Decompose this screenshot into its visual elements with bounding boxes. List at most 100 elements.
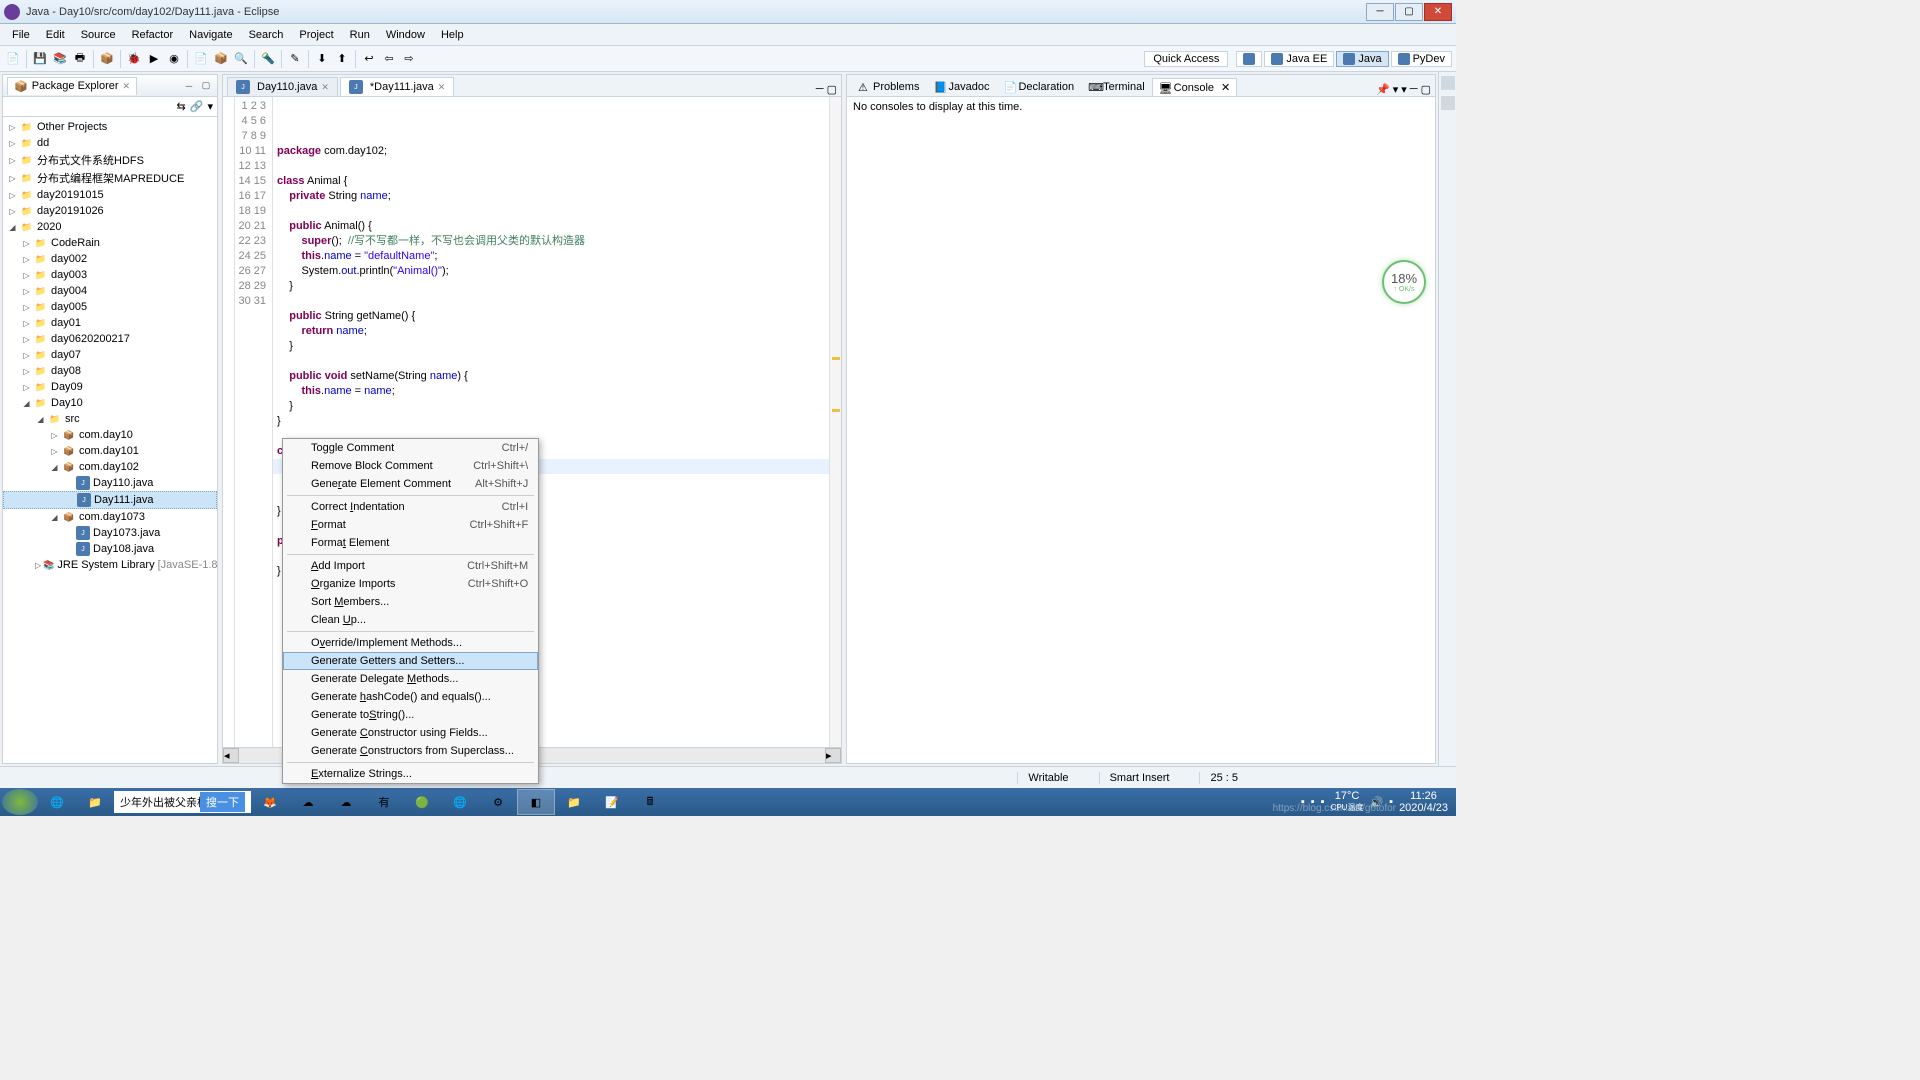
tree-node[interactable]: JDay1073.java xyxy=(3,525,217,541)
start-button[interactable] xyxy=(2,789,38,815)
tree-node[interactable]: ◢📁2020 xyxy=(3,219,217,235)
menu-file[interactable]: File xyxy=(4,27,38,43)
menu-item[interactable]: Organize ImportsCtrl+Shift+O xyxy=(283,575,538,593)
package-explorer-tab[interactable]: 📦 Package Explorer ✕ xyxy=(7,77,137,95)
eclipse-taskbar-icon[interactable]: ◧ xyxy=(517,789,555,815)
overview-ruler[interactable] xyxy=(829,97,841,747)
menu-help[interactable]: Help xyxy=(433,27,472,43)
editor-tab[interactable]: J*Day111.java✕ xyxy=(340,77,454,96)
menu-item[interactable]: Generate Getters and Setters... xyxy=(283,652,538,670)
tab-terminal[interactable]: ⌨Terminal xyxy=(1081,78,1152,96)
tree-node[interactable]: ▷📁day20191026 xyxy=(3,203,217,219)
app-icon-3[interactable]: 🟢 xyxy=(403,789,441,815)
new-class-icon[interactable]: 📄 xyxy=(192,50,210,68)
tree-node[interactable]: ▷📁分布式文件系统HDFS xyxy=(3,151,217,169)
taskbar-search[interactable]: 搜一下 xyxy=(114,791,251,813)
tree-node[interactable]: ◢📁Day10 xyxy=(3,395,217,411)
menu-run[interactable]: Run xyxy=(342,27,378,43)
collapse-all-icon[interactable]: ⇆ xyxy=(177,100,186,113)
menu-item[interactable]: Sort Members... xyxy=(283,593,538,611)
menu-item[interactable]: Generate toString()... xyxy=(283,706,538,724)
save-icon[interactable]: 💾 xyxy=(31,50,49,68)
tree-node[interactable]: ▷📦com.day101 xyxy=(3,443,217,459)
tree-node[interactable]: ▷📁day20191015 xyxy=(3,187,217,203)
tree-node[interactable]: ▷📁day07 xyxy=(3,347,217,363)
notepad-icon[interactable]: 📝 xyxy=(593,789,631,815)
app-icon-1[interactable]: ☁ xyxy=(289,789,327,815)
tree-node[interactable]: ▷📁Day09 xyxy=(3,379,217,395)
chrome-icon[interactable]: ⚙ xyxy=(479,789,517,815)
tree-node[interactable]: ▷📁day0620200217 xyxy=(3,331,217,347)
folder-taskbar-icon[interactable]: 📁 xyxy=(555,789,593,815)
maximize-console-icon[interactable]: ▢ xyxy=(1421,83,1431,96)
menu-source[interactable]: Source xyxy=(73,27,124,43)
menu-item[interactable]: Externalize Strings... xyxy=(283,765,538,783)
back-icon[interactable]: ⇦ xyxy=(380,50,398,68)
tab-problems[interactable]: ⚠Problems xyxy=(851,78,926,96)
menu-item[interactable]: Generate Constructor using Fields... xyxy=(283,724,538,742)
tree-node[interactable]: ▷📁day003 xyxy=(3,267,217,283)
tree-node[interactable]: JDay110.java xyxy=(3,475,217,491)
app-icon-2[interactable]: ☁ xyxy=(327,789,365,815)
quick-access[interactable]: Quick Access xyxy=(1144,51,1228,67)
tab-declaration[interactable]: 📄Declaration xyxy=(996,78,1081,96)
menu-window[interactable]: Window xyxy=(378,27,433,43)
menu-item[interactable]: Generate Element CommentAlt+Shift+J xyxy=(283,475,538,493)
tree-node[interactable]: ▷📁day004 xyxy=(3,283,217,299)
tree-node[interactable]: ▷📁CodeRain xyxy=(3,235,217,251)
menu-item[interactable]: Format Element xyxy=(283,534,538,552)
editor-tab[interactable]: JDay110.java✕ xyxy=(227,77,338,96)
ie-icon[interactable]: 🌐 xyxy=(38,789,76,815)
clock[interactable]: 11:26 2020/4/23 xyxy=(1399,790,1448,814)
save-all-icon[interactable]: 📚 xyxy=(51,50,69,68)
menu-edit[interactable]: Edit xyxy=(38,27,73,43)
maximize-editor-icon[interactable]: ▢ xyxy=(827,83,837,96)
menu-item[interactable]: Override/Implement Methods... xyxy=(283,634,538,652)
minimize-editor-icon[interactable]: ─ xyxy=(816,83,824,96)
menu-navigate[interactable]: Navigate xyxy=(181,27,240,43)
menu-search[interactable]: Search xyxy=(241,27,292,43)
firefox-icon[interactable]: 🦊 xyxy=(251,789,289,815)
tree-node[interactable]: JDay108.java xyxy=(3,541,217,557)
maximize-panel-icon[interactable]: ▢ xyxy=(199,79,213,93)
calc-icon[interactable]: 🖩 xyxy=(631,789,669,815)
pin-console-icon[interactable]: 📌 xyxy=(1376,83,1390,96)
open-perspective-button[interactable] xyxy=(1236,51,1262,67)
edge-icon[interactable]: 🌐 xyxy=(441,789,479,815)
performance-badge[interactable]: 18% ↑ OK/s xyxy=(1382,260,1426,304)
menu-item[interactable]: Generate Constructors from Superclass... xyxy=(283,742,538,760)
tree-node[interactable]: ▷📚JRE System Library [JavaSE-1.8] xyxy=(3,557,217,573)
last-edit-icon[interactable]: ↩ xyxy=(360,50,378,68)
perspective-pydev[interactable]: PyDev xyxy=(1391,51,1452,67)
tree-node[interactable]: ▷📁分布式编程框架MAPREDUCE xyxy=(3,169,217,187)
outline-icon[interactable] xyxy=(1441,76,1455,90)
tab-console[interactable]: 🖥Console✕ xyxy=(1152,78,1238,96)
close-button[interactable]: ✕ xyxy=(1424,3,1452,21)
tree-node[interactable]: ▷📁Other Projects xyxy=(3,119,217,135)
tree-node[interactable]: ▷📁day01 xyxy=(3,315,217,331)
maximize-button[interactable]: ▢ xyxy=(1395,3,1423,21)
source-context-menu[interactable]: Toggle CommentCtrl+/Remove Block Comment… xyxy=(282,438,539,784)
search-icon[interactable]: 🔦 xyxy=(259,50,277,68)
tree-node[interactable]: JDay111.java xyxy=(3,491,217,509)
forward-icon[interactable]: ⇨ xyxy=(400,50,418,68)
menu-item[interactable]: Add ImportCtrl+Shift+M xyxy=(283,557,538,575)
display-console-icon[interactable]: ▾ xyxy=(1393,83,1399,96)
menu-item[interactable]: Remove Block CommentCtrl+Shift+\ xyxy=(283,457,538,475)
tree-node[interactable]: ▷📁day002 xyxy=(3,251,217,267)
youdao-icon[interactable]: 有 xyxy=(365,789,403,815)
tree-node[interactable]: ◢📦com.day1073 xyxy=(3,509,217,525)
new-pkg-icon[interactable]: 📦 xyxy=(212,50,230,68)
tree-node[interactable]: ▷📁day005 xyxy=(3,299,217,315)
menu-item[interactable]: Generate Delegate Methods... xyxy=(283,670,538,688)
menu-item[interactable]: Generate hashCode() and equals()... xyxy=(283,688,538,706)
prev-annotation-icon[interactable]: ⬆ xyxy=(333,50,351,68)
build-icon[interactable]: 📦 xyxy=(98,50,116,68)
menu-project[interactable]: Project xyxy=(291,27,341,43)
package-tree[interactable]: ▷📁Other Projects▷📁dd▷📁分布式文件系统HDFS▷📁分布式编程… xyxy=(3,117,217,763)
link-editor-icon[interactable]: 🔗 xyxy=(190,100,204,113)
search-button[interactable]: 搜一下 xyxy=(200,792,245,812)
tree-node[interactable]: ◢📁src xyxy=(3,411,217,427)
view-menu-icon[interactable]: ▾ xyxy=(207,100,213,113)
minimize-console-icon[interactable]: ─ xyxy=(1410,83,1418,96)
